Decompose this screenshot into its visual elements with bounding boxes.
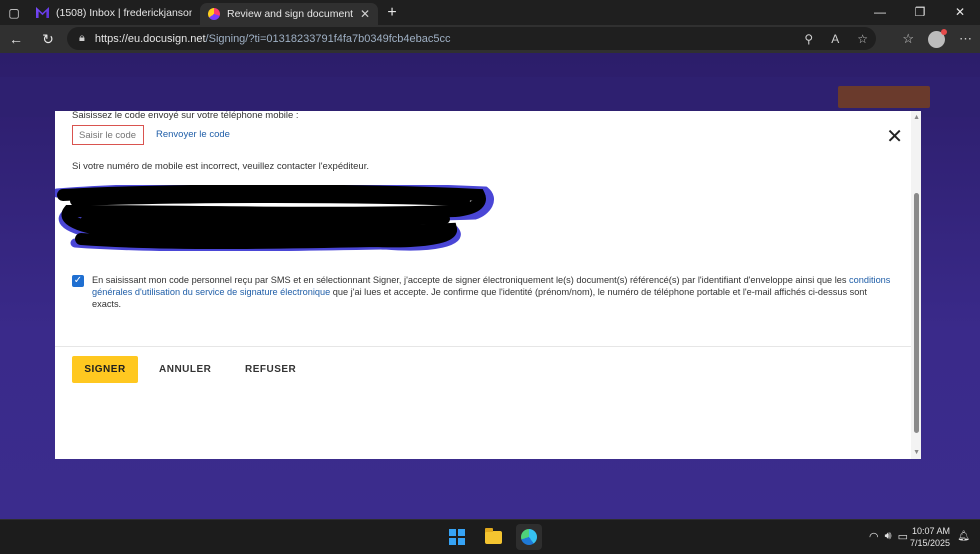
windows-icon bbox=[449, 529, 465, 545]
file-explorer-button[interactable] bbox=[480, 524, 506, 550]
back-button[interactable]: ← bbox=[0, 31, 32, 47]
close-tab-icon[interactable]: ✕ bbox=[360, 7, 370, 21]
minimize-button[interactable]: — bbox=[860, 0, 900, 25]
folder-icon bbox=[484, 527, 502, 544]
browser-tab-bar: ▢ (1508) Inbox | frederickjanson@p Revie… bbox=[0, 0, 980, 25]
close-window-button[interactable]: ✕ bbox=[940, 0, 980, 25]
battery-icon: ▭ bbox=[897, 531, 908, 543]
redaction-scribble bbox=[55, 185, 494, 251]
profile-avatar[interactable] bbox=[928, 28, 947, 48]
favorites-icon[interactable]: ☆ bbox=[902, 31, 914, 47]
more-menu-icon[interactable]: ⋯ bbox=[959, 31, 972, 47]
read-aloud-icon[interactable]: A bbox=[831, 32, 839, 46]
divider bbox=[55, 346, 912, 347]
refresh-button[interactable]: ↻ bbox=[32, 31, 64, 48]
scrollbar-thumb[interactable] bbox=[914, 193, 919, 433]
cancel-button[interactable]: ANNULER bbox=[159, 356, 211, 383]
code-label: Saisissez le code envoyé sur votre télép… bbox=[72, 110, 299, 121]
scrollbar[interactable]: ▲ ▼ bbox=[911, 111, 921, 459]
mail-favicon-icon bbox=[36, 7, 49, 18]
notification-bell-icon[interactable]: 🔔︎ bbox=[957, 531, 970, 542]
tab-actions-icon[interactable]: ▢ bbox=[0, 0, 28, 25]
sign-modal: Saisissez le code envoyé sur votre télép… bbox=[55, 110, 921, 459]
scroll-up-icon[interactable]: ▲ bbox=[913, 114, 920, 121]
volume-icon: 🔊︎ bbox=[884, 530, 892, 542]
location-icon[interactable]: ⚲ bbox=[804, 32, 813, 46]
resend-code-link[interactable]: Renvoyer le code bbox=[156, 129, 230, 140]
lock-icon: 🔒︎ bbox=[79, 32, 85, 44]
favorite-star-icon[interactable]: ☆ bbox=[857, 32, 868, 46]
tab-title: Review and sign document(s) | Do bbox=[227, 8, 353, 20]
system-tray[interactable]: ◠ 🔊︎ ▭ bbox=[869, 530, 908, 543]
scroll-down-icon[interactable]: ▼ bbox=[913, 449, 920, 456]
time-text: 10:07 AM bbox=[911, 526, 950, 536]
consent-text: En saisissant mon code personnel reçu pa… bbox=[92, 275, 891, 309]
sms-code-input[interactable] bbox=[72, 125, 144, 145]
date-text: 7/15/2025 bbox=[909, 538, 950, 548]
page-action-button bbox=[838, 86, 930, 108]
url-text: https://eu.docusign.net/Signing/?ti=0131… bbox=[94, 32, 451, 45]
close-icon[interactable]: ✕ bbox=[886, 127, 903, 147]
start-button[interactable] bbox=[444, 524, 470, 550]
sign-button[interactable]: SIGNER bbox=[72, 356, 138, 383]
tab-docusign[interactable]: Review and sign document(s) | Do ✕ bbox=[200, 3, 378, 25]
decline-button[interactable]: REFUSER bbox=[245, 356, 296, 383]
tab-inbox[interactable]: (1508) Inbox | frederickjanson@p bbox=[28, 0, 200, 25]
info-text: Si votre numéro de mobile est incorrect,… bbox=[72, 161, 369, 172]
wifi-icon: ◠ bbox=[869, 531, 879, 543]
clock[interactable]: 10:07 AM 7/15/2025 bbox=[910, 525, 950, 549]
docusign-favicon-icon bbox=[208, 8, 220, 20]
edge-icon bbox=[521, 529, 537, 545]
taskbar: ◠ 🔊︎ ▭ 10:07 AM 7/15/2025 🔔︎ bbox=[0, 519, 980, 554]
consent-checkbox[interactable]: ✓ bbox=[72, 275, 84, 287]
tab-title: (1508) Inbox | frederickjanson@p bbox=[56, 6, 192, 19]
new-tab-button[interactable]: + bbox=[378, 4, 406, 22]
url-field[interactable]: 🔒︎ https://eu.docusign.net/Signing/?ti=0… bbox=[67, 27, 876, 50]
address-bar-row: ← ↻ 🔒︎ https://eu.docusign.net/Signing/?… bbox=[0, 25, 980, 53]
edge-button[interactable] bbox=[516, 524, 542, 550]
restore-button[interactable]: ❐ bbox=[900, 0, 940, 25]
